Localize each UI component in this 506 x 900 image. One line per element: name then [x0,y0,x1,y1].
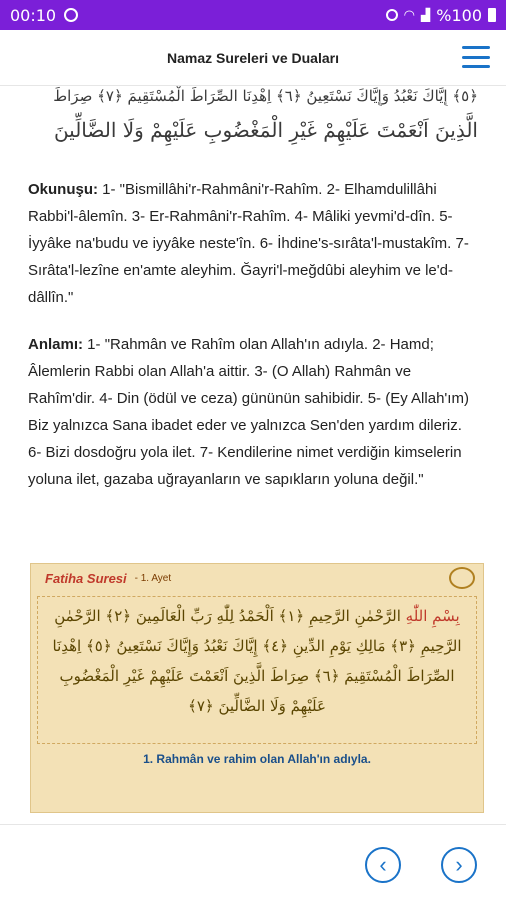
card-ayet: - 1. Ayet [134,572,172,584]
card-arabic-rest: الرَّحْمٰنِ الرَّحِيمِ ﴿١﴾ اَلْحَمْدُ لِ… [52,607,462,715]
card-body: بِسْمِ اللّٰهِ الرَّحْمٰنِ الرَّحِيمِ ﴿١… [37,596,477,744]
signal-icon: ▟ [421,8,431,22]
page-title: Namaz Sureleri ve Duaları [167,49,339,66]
okunus-label: Okunuşu: [28,181,98,198]
anlami-text: 1- "Rahmân ve Rahîm olan Allah'ın adıyla… [28,336,469,488]
okunus-paragraph: Okunuşu: 1- "Bismillâhi'r-Rahmâni'r-Rahî… [0,176,506,311]
status-bar: 00:10 ◠ ▟ %100 [0,0,506,30]
anlami-paragraph: Anlamı: 1- "Rahmân ve Rahîm olan Allah'ı… [0,331,506,493]
card-arabic-basmala: بِسْمِ اللّٰهِ [405,607,460,625]
next-button[interactable]: › [441,847,477,883]
anlami-label: Anlamı: [28,336,84,353]
chevron-right-icon: › [455,852,463,877]
arabic-line-2: الَّذِينَ اَنْعَمْتَ عَلَيْهِمْ غَيْرِ ا… [53,118,478,142]
arabic-line-1: ﴿٥﴾ إِيَّاكَ نَعْبُدُ وَإِيَّاكَ نَسْتَع… [53,87,478,105]
battery-text: %100 [436,5,482,25]
status-right: ◠ ▟ %100 [385,5,496,25]
whatsapp-icon [64,8,79,22]
previous-button[interactable]: ‹ [365,847,401,883]
arabic-text: ﴿٥﴾ إِيَّاكَ نَعْبُدُ وَإِيَّاكَ نَسْتَع… [0,86,506,150]
card-title: Fatiha Suresi [45,570,127,586]
seal-icon [449,567,475,589]
card-header: Fatiha Suresi - 1. Ayet [31,564,483,592]
main-content[interactable]: ﴿٥﴾ إِيَّاكَ نَعْبُدُ وَإِيَّاكَ نَسْتَع… [0,86,506,824]
card-arabic: بِسْمِ اللّٰهِ الرَّحْمٰنِ الرَّحِيمِ ﴿١… [38,597,476,725]
status-time: 00:10 [10,5,57,25]
bottom-nav: ‹ › [0,824,506,900]
wifi-icon: ◠ [403,7,416,23]
fatiha-card-image: Fatiha Suresi - 1. Ayet بِسْمِ اللّٰهِ ا… [30,563,484,813]
menu-icon[interactable] [462,46,490,68]
app-bar: Namaz Sureleri ve Duaları [0,30,506,86]
card-translation: 1. Rahmân ve rahim olan Allah'ın adıyla. [143,752,371,766]
alarm-icon [385,9,398,21]
okunus-text: 1- "Bismillâhi'r-Rahmâni'r-Rahîm. 2- Elh… [28,181,469,306]
chevron-left-icon: ‹ [379,852,387,877]
battery-icon [488,8,496,22]
